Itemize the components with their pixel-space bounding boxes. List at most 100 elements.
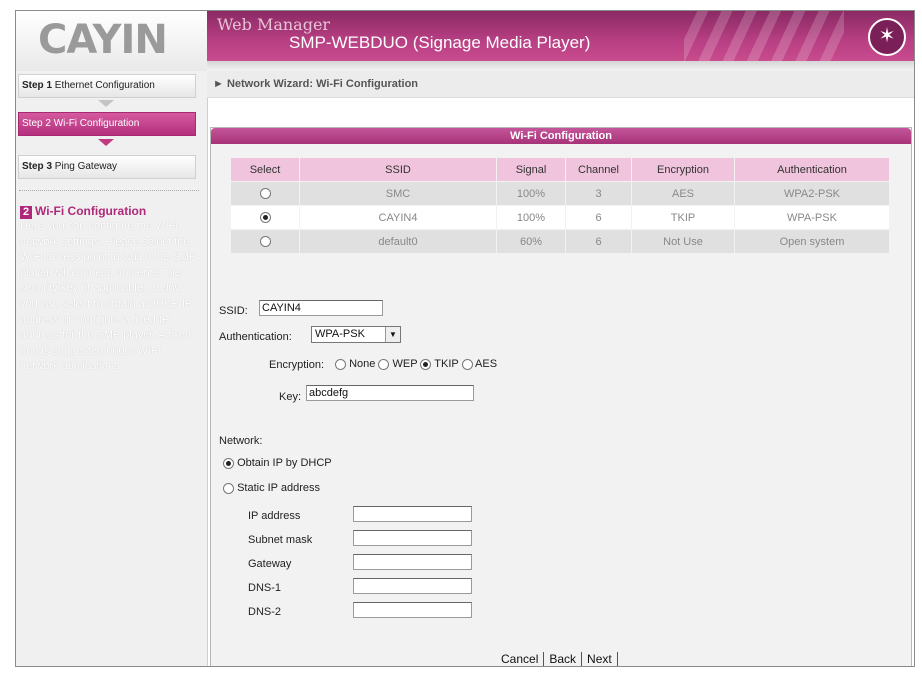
subnet-mask-label: Subnet mask <box>248 534 313 546</box>
chevron-down-icon[interactable]: ▼ <box>385 327 400 342</box>
dns1-label: DNS-1 <box>248 582 282 594</box>
encryption-cell: Not Use <box>632 230 734 253</box>
cayin-logo: CAYIN <box>38 17 168 63</box>
sidebar-step-ping[interactable]: Step 3 Ping Gateway <box>18 155 196 179</box>
wifi-network-table: Select SSID Signal Channel Encryption Au… <box>230 157 890 254</box>
step-number: Step 2 <box>22 118 51 129</box>
help-text: Here you can configure the WIFI network … <box>20 220 196 373</box>
help-title-text: Wi-Fi Configuration <box>35 204 147 218</box>
step-number: Step 3 <box>22 161 53 172</box>
next-button[interactable]: Next <box>582 652 618 666</box>
authentication-selected-value: WPA-PSK <box>315 328 365 340</box>
encryption-tkip-radio[interactable] <box>420 358 432 370</box>
wifi-config-panel: Wi-Fi Configuration Select SSID Signal C… <box>210 127 912 666</box>
dns1-input[interactable] <box>353 578 472 594</box>
header-bar: Web Manager SMP-WEBDUO (Signage Media Pl… <box>207 11 914 61</box>
ip-address-label: IP address <box>248 510 301 522</box>
col-header-signal: Signal <box>497 158 565 181</box>
sidebar-step-wifi[interactable]: Step 2 Wi-Fi Configuration <box>18 112 196 136</box>
step-label: Wi-Fi Configuration <box>53 118 140 129</box>
col-header-ssid: SSID <box>300 158 496 181</box>
ssid-input[interactable]: CAYIN4 <box>259 300 383 316</box>
step-arrow-icon <box>98 139 114 146</box>
ssid-cell: SMC <box>300 182 496 205</box>
auth-cell: Open system <box>735 230 889 253</box>
authentication-label: Authentication: <box>219 331 292 343</box>
step-arrow-icon <box>98 100 114 107</box>
gateway-label: Gateway <box>248 558 292 570</box>
key-label: Key: <box>279 391 302 403</box>
encryption-none-radio[interactable] <box>335 358 346 370</box>
encryption-none-label: None <box>349 358 376 370</box>
ip-address-input[interactable] <box>353 506 472 522</box>
signal-cell: 100% <box>497 182 565 205</box>
table-header-row: Select SSID Signal Channel Encryption Au… <box>231 158 889 181</box>
table-row[interactable]: default0 60% 6 Not Use Open system <box>231 230 889 253</box>
encryption-wep-radio[interactable] <box>378 358 390 370</box>
encryption-tkip-label: TKIP <box>434 358 459 370</box>
logo-area: CAYIN <box>16 11 207 71</box>
ssid-label: SSID: <box>219 305 248 317</box>
select-cell <box>231 206 299 229</box>
select-cell <box>231 182 299 205</box>
wizard-star-icon[interactable]: ✶ <box>868 18 906 56</box>
ssid-cell: CAYIN4 <box>300 206 496 229</box>
dns2-label: DNS-2 <box>248 606 282 618</box>
static-ip-label: Static IP address <box>237 482 321 494</box>
dns2-input[interactable] <box>353 602 472 618</box>
channel-cell: 3 <box>566 182 631 205</box>
table-row[interactable]: SMC 100% 3 AES WPA2-PSK <box>231 182 889 205</box>
step-label: Ethernet Configuration <box>54 80 155 91</box>
static-ip-option: Static IP address <box>223 482 320 494</box>
auth-cell: WPA-PSK <box>735 206 889 229</box>
col-header-encryption: Encryption <box>632 158 734 181</box>
channel-cell: 6 <box>566 206 631 229</box>
encryption-options: None WEP TKIP AES <box>335 358 497 370</box>
sidebar: Step 1 Ethernet Configuration Step 2 Wi-… <box>16 71 208 666</box>
network-select-radio[interactable] <box>259 212 271 224</box>
header-divider <box>207 61 914 71</box>
dhcp-option: Obtain IP by DHCP <box>223 457 332 469</box>
help-title: 2 Wi-Fi Configuration <box>20 204 146 219</box>
encryption-wep-label: WEP <box>392 358 418 370</box>
network-select-radio[interactable] <box>259 236 271 248</box>
sidebar-divider <box>19 190 199 191</box>
table-row[interactable]: CAYIN4 100% 6 TKIP WPA-PSK <box>231 206 889 229</box>
select-cell <box>231 230 299 253</box>
back-button[interactable]: Back <box>544 652 583 666</box>
sidebar-step-ethernet[interactable]: Step 1 Ethernet Configuration <box>18 74 196 98</box>
col-header-channel: Channel <box>566 158 631 181</box>
app-name: Web Manager <box>217 15 331 34</box>
breadcrumb: ► Network Wizard: Wi-Fi Configuration <box>207 71 914 98</box>
signal-cell: 100% <box>497 206 565 229</box>
key-input[interactable]: abcdefg <box>306 385 474 401</box>
step-number: Step 1 <box>22 80 53 91</box>
help-number-badge: 2 <box>20 206 32 219</box>
network-label: Network: <box>219 435 263 447</box>
browser-frame: CAYIN Web Manager SMP-WEBDUO (Signage Me… <box>15 10 915 667</box>
col-header-authentication: Authentication <box>735 158 889 181</box>
auth-cell: WPA2-PSK <box>735 182 889 205</box>
step-label: Ping Gateway <box>54 161 118 172</box>
encryption-label: Encryption: <box>269 359 325 371</box>
product-title: SMP-WEBDUO (Signage Media Player) <box>289 33 591 52</box>
encryption-aes-radio[interactable] <box>461 358 473 370</box>
panel-title: Wi-Fi Configuration <box>211 128 911 144</box>
encryption-aes-label: AES <box>475 358 498 370</box>
encryption-cell: TKIP <box>632 206 734 229</box>
subnet-mask-input[interactable] <box>353 530 472 546</box>
col-header-select: Select <box>231 158 299 181</box>
wizard-button-bar: Cancel Back Next <box>496 652 618 666</box>
cancel-button[interactable]: Cancel <box>496 652 545 666</box>
static-ip-radio[interactable] <box>223 482 234 494</box>
signal-cell: 60% <box>497 230 565 253</box>
header-decoration <box>684 11 844 61</box>
encryption-cell: AES <box>632 182 734 205</box>
ssid-cell: default0 <box>300 230 496 253</box>
dhcp-label: Obtain IP by DHCP <box>237 457 332 469</box>
authentication-select[interactable]: WPA-PSK ▼ <box>311 326 401 343</box>
dhcp-radio[interactable] <box>223 457 234 469</box>
channel-cell: 6 <box>566 230 631 253</box>
network-select-radio[interactable] <box>259 188 271 200</box>
gateway-input[interactable] <box>353 554 472 570</box>
